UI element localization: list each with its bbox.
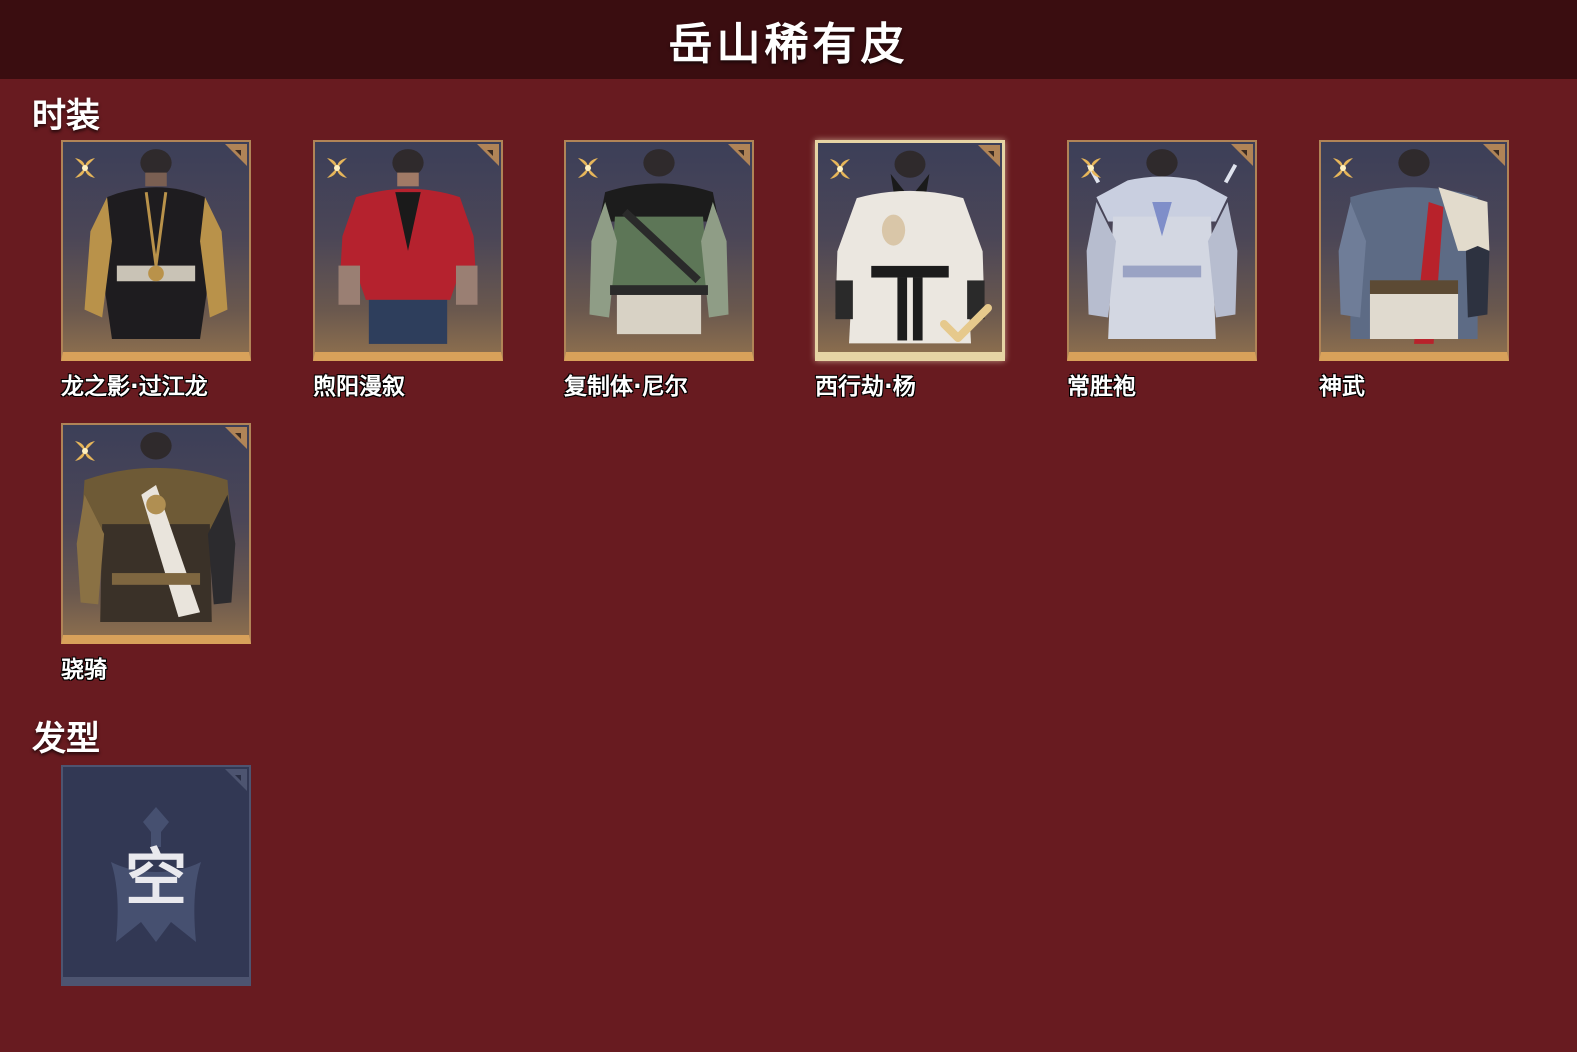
outfit-thumbnail <box>61 423 251 644</box>
outfit-thumbnail <box>1067 140 1257 361</box>
page-title: 岳山稀有皮 <box>668 18 909 70</box>
section-title-outfits: 时装 <box>32 96 100 136</box>
outfit-thumbnail <box>564 140 754 361</box>
rarity-flower-icon <box>1333 158 1353 178</box>
outfit-card[interactable]: 煦阳漫叙 <box>313 140 503 401</box>
outfit-card[interactable]: 复制体·尼尔 <box>564 140 754 401</box>
outfit-name: 复制体·尼尔 <box>564 374 688 400</box>
corner-tag-icon <box>1231 144 1253 166</box>
hairstyle-thumbnail: 空 <box>61 765 251 986</box>
section-title-hairstyles: 发型 <box>32 719 100 759</box>
rarity-flower-icon <box>830 159 850 179</box>
outfit-card[interactable]: 常胜袍 <box>1067 140 1257 401</box>
outfit-name: 骁骑 <box>61 657 107 683</box>
outfit-name: 常胜袍 <box>1067 374 1136 400</box>
rarity-flower-icon <box>75 158 95 178</box>
rarity-flower-icon <box>327 158 347 178</box>
hairstyle-empty-slot[interactable]: 空 <box>61 765 251 986</box>
empty-slot-label: 空 <box>124 841 187 914</box>
corner-tag-icon <box>1483 144 1505 166</box>
corner-tag-icon <box>978 145 1000 167</box>
outfit-thumbnail <box>313 140 503 361</box>
outfit-name: 西行劫·杨 <box>815 374 916 400</box>
corner-tag-icon <box>225 144 247 166</box>
corner-tag-icon <box>225 427 247 449</box>
rarity-flower-icon <box>1081 158 1101 178</box>
rarity-flower-icon <box>578 158 598 178</box>
outfit-thumbnail <box>61 140 251 361</box>
corner-tag-icon <box>477 144 499 166</box>
outfit-name: 龙之影·过江龙 <box>61 374 208 400</box>
outfit-name: 煦阳漫叙 <box>313 374 405 400</box>
outfit-card-selected[interactable]: 西行劫·杨 <box>815 140 1005 401</box>
title-bar: 岳山稀有皮 <box>0 0 1577 79</box>
outfit-card[interactable]: 龙之影·过江龙 <box>61 140 251 401</box>
corner-tag-icon <box>225 769 247 791</box>
selected-check-icon <box>940 304 992 342</box>
outfit-thumbnail <box>815 140 1005 361</box>
outfit-name: 神武 <box>1319 374 1365 400</box>
outfit-card[interactable]: 骁骑 <box>61 423 251 684</box>
outfit-thumbnail <box>1319 140 1509 361</box>
rarity-flower-icon <box>75 441 95 461</box>
outfit-card[interactable]: 神武 <box>1319 140 1509 401</box>
corner-tag-icon <box>728 144 750 166</box>
